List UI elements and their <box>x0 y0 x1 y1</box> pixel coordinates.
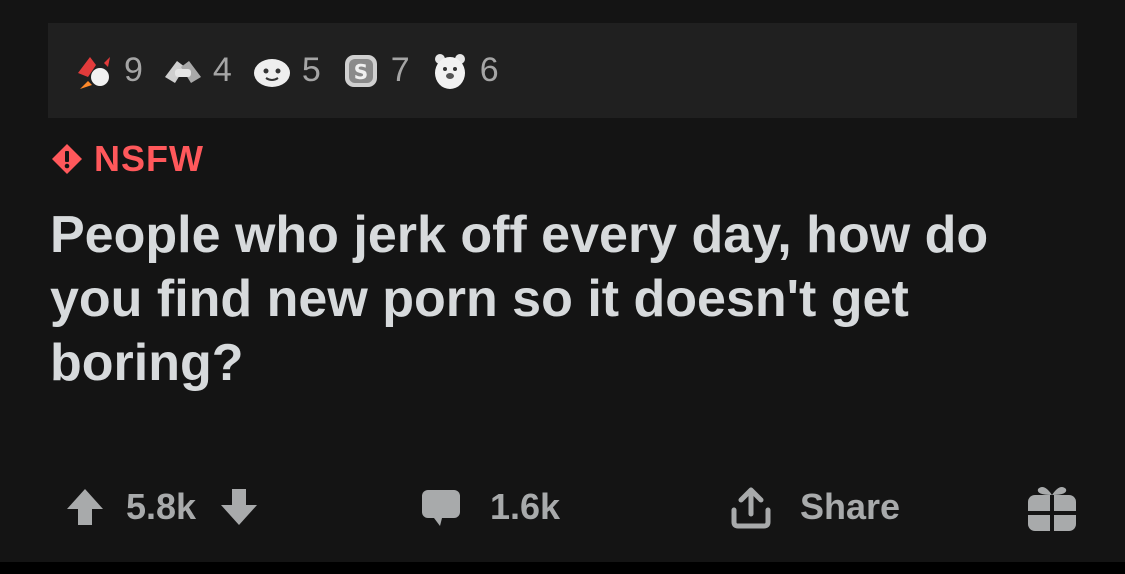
give-award-button[interactable] <box>1024 476 1080 538</box>
share-label: Share <box>800 486 901 527</box>
downvote-arrow-icon[interactable] <box>218 485 260 529</box>
comment-count: 1.6k <box>490 486 561 527</box>
rocket-like-award-icon <box>70 47 118 95</box>
award-count: 5 <box>301 51 321 89</box>
gift-icon <box>1024 479 1080 535</box>
awards-bar[interactable]: 9 4 5 S 7 6 <box>48 23 1077 118</box>
award-count: 9 <box>124 51 143 89</box>
award-rocket[interactable]: 9 <box>70 47 143 95</box>
handshake-award-icon <box>159 47 207 95</box>
upvote-arrow-icon[interactable] <box>64 485 106 529</box>
award-count: 6 <box>479 51 499 89</box>
award-bear[interactable]: 6 <box>426 47 499 95</box>
silver-coin-award-icon: S <box>337 47 385 95</box>
award-silver[interactable]: S 7 <box>337 47 410 95</box>
polar-bear-award-icon <box>426 47 474 95</box>
nsfw-label: NSFW <box>94 138 204 179</box>
award-handshake[interactable]: 4 <box>159 47 232 95</box>
comment-bubble-icon <box>420 486 462 528</box>
svg-text:S: S <box>354 60 368 84</box>
comments-button[interactable]: 1.6k <box>420 476 560 538</box>
award-wholesome[interactable]: 5 <box>248 47 321 95</box>
post-title[interactable]: People who jerk off every day, how do yo… <box>50 203 1090 395</box>
nsfw-tag: NSFW <box>50 138 204 180</box>
wholesome-face-award-icon <box>248 47 296 95</box>
vote-group: 5.8k <box>64 476 260 538</box>
warning-diamond-icon <box>50 142 84 176</box>
award-count: 7 <box>390 51 410 89</box>
award-count: 4 <box>212 51 232 89</box>
upvote-count: 5.8k <box>126 486 197 527</box>
share-upload-icon <box>728 484 774 530</box>
share-button[interactable]: Share <box>728 476 900 538</box>
post-actions-bar: 5.8k 1.6k Share <box>0 476 1125 538</box>
bottom-divider <box>0 562 1125 574</box>
